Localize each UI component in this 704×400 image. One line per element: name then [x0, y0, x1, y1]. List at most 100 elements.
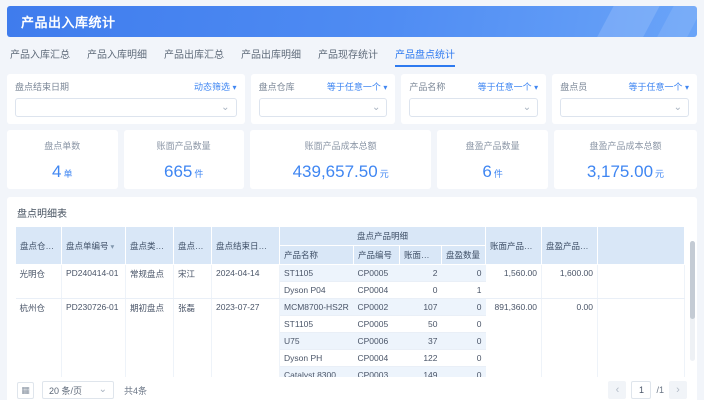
- chevron-down-icon: ⌄: [99, 386, 107, 394]
- summary-card-value: 3,175.00元: [554, 162, 697, 182]
- summary-card-label: 盘盈产品成本总额: [554, 139, 697, 152]
- sort-icon[interactable]: ⇅: [206, 242, 212, 251]
- stocktake-table: 盘点仓库⇅ 盘点单编号▾ 盘点类型⇅ 盘点员⇅ 盘点结束日期⇅ 盘点产品明细 账…: [15, 226, 685, 400]
- col-header-book-total[interactable]: 账面产品售价总额(元)⇅: [486, 227, 542, 265]
- tab-产品入库明细[interactable]: 产品入库明细: [87, 46, 147, 67]
- col-header-book-qty[interactable]: 账面数量: [400, 246, 442, 265]
- cell-surplus-qty: 0: [442, 316, 486, 333]
- col-header-order-no[interactable]: 盘点单编号▾: [62, 227, 126, 265]
- cell-product-name: ST1105: [280, 316, 354, 333]
- sort-icon[interactable]: ⇅: [56, 242, 61, 251]
- page-size-value: 20 条/页: [49, 384, 82, 397]
- prev-page-button[interactable]: ‹: [608, 381, 626, 399]
- tab-产品出库汇总[interactable]: 产品出库汇总: [164, 46, 224, 67]
- page-title: 产品出入库统计: [7, 12, 116, 31]
- cell-product-code: CP0006: [354, 333, 400, 350]
- summary-card-label: 账面产品成本总额: [250, 139, 432, 152]
- table-row: 光明仓PD240414-01常规盘点宋江2024-04-14ST1105CP00…: [16, 265, 685, 282]
- summary-card-value: 665件: [124, 162, 244, 182]
- cell-product-name: ST1105: [280, 265, 354, 282]
- tab-产品盘点统计[interactable]: 产品盘点统计: [395, 46, 455, 67]
- cell-surplus-qty: 0: [442, 265, 486, 282]
- tab-产品现存统计[interactable]: 产品现存统计: [318, 46, 378, 67]
- filter-select[interactable]: ⌄: [15, 98, 237, 117]
- total-count-label: 共4条: [124, 384, 147, 397]
- page-size-select[interactable]: 20 条/页 ⌄: [42, 381, 114, 399]
- cell-book-qty: 0: [400, 282, 442, 299]
- sort-icon[interactable]: ⇅: [166, 242, 172, 251]
- filter-header: 盘点员等于任意一个 ▾: [560, 80, 689, 93]
- sort-icon[interactable]: ⇅: [269, 242, 275, 251]
- scrollbar-thumb[interactable]: [690, 241, 695, 319]
- col-header-warehouse[interactable]: 盘点仓库⇅: [16, 227, 62, 265]
- summary-value-unit: 件: [494, 169, 503, 179]
- cell-book-qty: 2: [400, 265, 442, 282]
- cell-surplus-qty: 0: [442, 299, 486, 316]
- filter-operator-link[interactable]: 等于任意一个 ▾: [327, 80, 388, 93]
- dropdown-icon: ▾: [534, 83, 538, 92]
- chevron-down-icon: ⌄: [674, 104, 682, 112]
- current-page-box[interactable]: 1: [631, 381, 651, 399]
- cell-type: 常规盘点: [126, 265, 174, 299]
- summary-card-label: 账面产品数量: [124, 139, 244, 152]
- summary-value-number: 3,175.00: [587, 162, 653, 181]
- summary-card-账面产品数量: 账面产品数量 665件: [124, 130, 244, 189]
- cell-end-date: 2024-04-14: [212, 265, 280, 299]
- banner-decoration: [587, 6, 665, 37]
- filter-card-盘点结束日期: 盘点结束日期 动态筛选 ▾ ⌄: [7, 74, 245, 124]
- cell-book-qty: 107: [400, 299, 442, 316]
- table-row: 杭州仓PD230726-01期初盘点张磊2023-07-27MCM8700-HS…: [16, 299, 685, 316]
- col-header-product-code[interactable]: 产品编号: [354, 246, 400, 265]
- chevron-down-icon: ⌄: [221, 104, 229, 112]
- dropdown-icon: ▾: [233, 83, 237, 92]
- summary-value-number: 439,657.50: [293, 162, 378, 181]
- column-settings-button[interactable]: ▦: [17, 382, 34, 399]
- summary-value-unit: 元: [380, 169, 389, 179]
- filter-operator-link[interactable]: 等于任意一个 ▾: [628, 80, 689, 93]
- pagination-bar: ▦ 20 条/页 ⌄ 共4条 ‹ 1 /1 ›: [7, 377, 697, 400]
- col-header-product-name[interactable]: 产品名称: [280, 246, 354, 265]
- cell-product-name: U75: [280, 333, 354, 350]
- filter-bar: 盘点结束日期动态筛选 ▾⌄盘点仓库等于任意一个 ▾⌄产品名称等于任意一个 ▾⌄盘…: [7, 74, 697, 124]
- col-header-filler: [598, 227, 685, 265]
- summary-card-value: 6件: [437, 162, 548, 182]
- cell-product-code: CP0002: [354, 299, 400, 316]
- summary-card-label: 盘盈产品数量: [437, 139, 548, 152]
- cell-warehouse: 光明仓: [16, 265, 62, 299]
- filter-card-产品名称: 产品名称等于任意一个 ▾⌄: [401, 74, 546, 124]
- tab-产品入库汇总[interactable]: 产品入库汇总: [10, 46, 70, 67]
- filter-dropdown-icon[interactable]: ▾: [111, 242, 115, 251]
- tab-bar: 产品入库汇总产品入库明细产品出库汇总产品出库明细产品现存统计产品盘点统计: [0, 37, 704, 72]
- cell-product-name: MCM8700-HS2R: [280, 299, 354, 316]
- filter-label: 盘点结束日期: [15, 80, 69, 93]
- summary-card-label: 盘点单数: [7, 139, 118, 152]
- col-header-person[interactable]: 盘点员⇅: [174, 227, 212, 265]
- filter-header: 盘点结束日期 动态筛选 ▾: [15, 80, 237, 93]
- summary-value-unit: 件: [194, 169, 203, 179]
- vertical-scrollbar[interactable]: [690, 241, 695, 361]
- chevron-down-icon: ⌄: [372, 104, 380, 112]
- filter-operator-link[interactable]: 动态筛选 ▾: [194, 80, 237, 93]
- summary-value-number: 4: [52, 162, 61, 181]
- summary-value-unit: 元: [655, 169, 664, 179]
- summary-cards: 盘点单数4单账面产品数量665件账面产品成本总额439,657.50元盘盈产品数…: [7, 130, 697, 189]
- col-header-surplus-total[interactable]: 盘盈产品售价总额(元)⇅: [542, 227, 598, 265]
- cell-product-name: Dyson PH: [280, 350, 354, 367]
- tab-产品出库明细[interactable]: 产品出库明细: [241, 46, 301, 67]
- summary-value-unit: 单: [63, 169, 72, 179]
- cell-person: 宋江: [174, 265, 212, 299]
- col-header-end-date[interactable]: 盘点结束日期⇅: [212, 227, 280, 265]
- current-page-number: 1: [639, 385, 644, 395]
- filter-operator-link[interactable]: 等于任意一个 ▾: [478, 80, 539, 93]
- cell-book-qty: 37: [400, 333, 442, 350]
- filter-select[interactable]: ⌄: [409, 98, 538, 117]
- cell-surplus-qty: 0: [442, 350, 486, 367]
- col-header-surplus-qty[interactable]: 盘盈数量: [442, 246, 486, 265]
- col-header-type[interactable]: 盘点类型⇅: [126, 227, 174, 265]
- next-page-button[interactable]: ›: [669, 381, 687, 399]
- cell-product-code: CP0004: [354, 282, 400, 299]
- filter-select[interactable]: ⌄: [259, 98, 388, 117]
- page-header-banner: 产品出入库统计: [7, 6, 697, 37]
- cell-product-code: CP0005: [354, 265, 400, 282]
- filter-select[interactable]: ⌄: [560, 98, 689, 117]
